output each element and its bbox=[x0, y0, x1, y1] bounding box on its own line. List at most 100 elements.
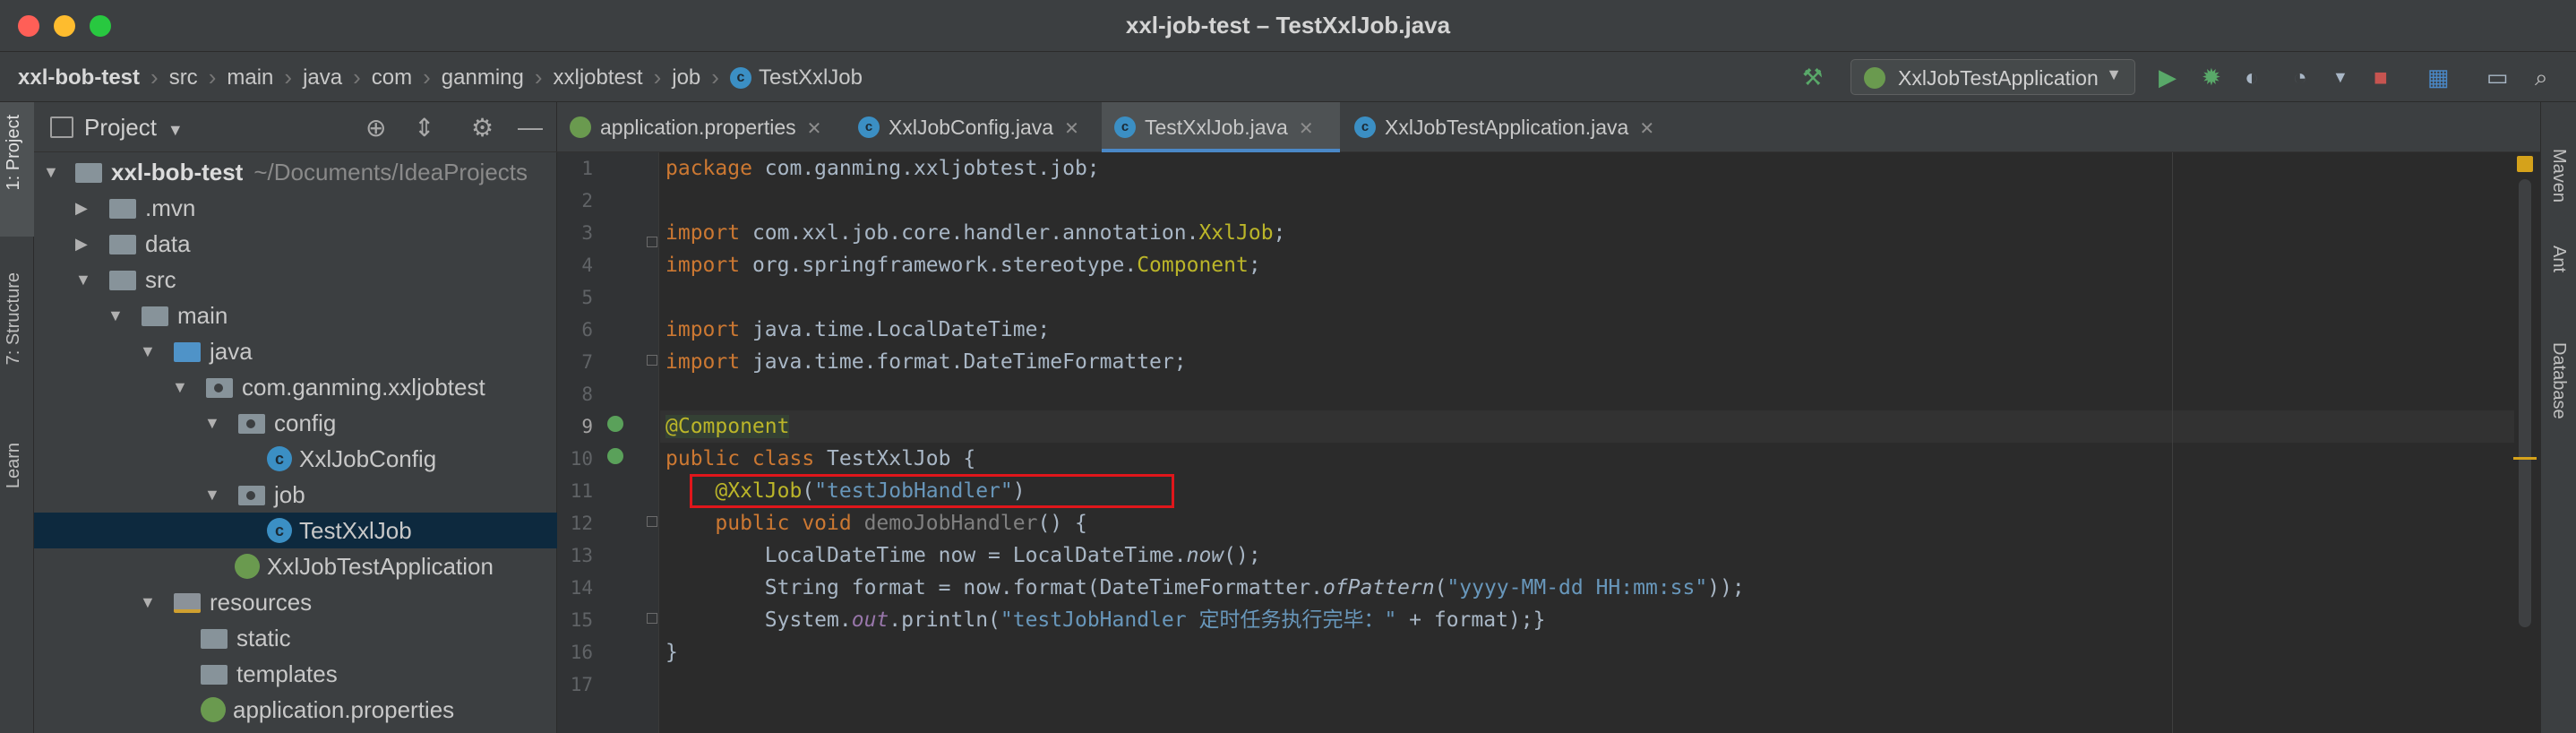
collapsed-arrow-icon[interactable]: ▶ bbox=[75, 226, 88, 262]
learn-tool-tab[interactable]: Learn bbox=[4, 443, 24, 488]
line-number: 7 bbox=[581, 351, 593, 373]
tree-item-java[interactable]: ▼ java bbox=[34, 333, 557, 369]
tab-label: TestXxlJob.java bbox=[1145, 116, 1288, 139]
tree-item-label: .mvn bbox=[145, 194, 196, 221]
maven-tool-tab[interactable]: Maven bbox=[2548, 149, 2569, 203]
code-line-14: String format = now.format(DateTimeForma… bbox=[764, 576, 1745, 599]
tree-item-label: XxlJobTestApplication bbox=[267, 553, 494, 580]
tree-item-application-properties[interactable]: application.properties bbox=[34, 692, 557, 728]
tree-item-xxljobconfig[interactable]: c XxlJobConfig bbox=[34, 441, 557, 477]
line-number: 14 bbox=[570, 577, 593, 599]
tree-item-testxxljob[interactable]: c TestXxlJob bbox=[34, 513, 557, 548]
fold-marker-icon[interactable] bbox=[647, 355, 657, 366]
spring-bean-icon[interactable] bbox=[607, 416, 623, 432]
tree-item-data[interactable]: ▶ data bbox=[34, 226, 557, 262]
tab-label: XxlJobConfig.java bbox=[889, 116, 1054, 139]
stop-icon[interactable]: ■ bbox=[2374, 65, 2388, 90]
locate-icon[interactable]: ⊕ bbox=[365, 113, 386, 142]
run-configuration-select[interactable]: XxlJobTestApplication ▼ bbox=[1850, 59, 2135, 95]
inspection-status-icon[interactable] bbox=[2517, 156, 2533, 172]
tree-item-config[interactable]: ▼ config bbox=[34, 405, 557, 441]
tree-item-package[interactable]: ▼ com.ganming.xxljobtest bbox=[34, 369, 557, 405]
coverage-icon[interactable]: ◐ bbox=[2245, 65, 2259, 90]
project-view-select[interactable]: Project ▼ bbox=[84, 114, 184, 142]
code-editor[interactable]: package com.ganming.xxljobtest.job; impo… bbox=[660, 152, 2514, 733]
spring-boot-icon bbox=[235, 554, 260, 579]
tree-item-label: src bbox=[145, 266, 176, 293]
expand-arrow-icon[interactable]: ▼ bbox=[75, 262, 91, 298]
layout-icon[interactable]: ▭ bbox=[2486, 65, 2509, 90]
breadcrumb-java[interactable]: java bbox=[303, 65, 342, 91]
expand-arrow-icon[interactable]: ▼ bbox=[107, 298, 124, 333]
tree-item-application-class[interactable]: XxlJobTestApplication bbox=[34, 548, 557, 584]
collapsed-arrow-icon[interactable]: ▶ bbox=[75, 190, 88, 226]
tab-label: application.properties bbox=[600, 116, 796, 139]
collapse-all-icon[interactable]: ⇕ bbox=[414, 113, 434, 142]
package-icon bbox=[238, 486, 265, 505]
tree-item-label: java bbox=[210, 338, 253, 365]
tree-item-mvn[interactable]: ▶ .mvn bbox=[34, 190, 557, 226]
tree-item-main[interactable]: ▼ main bbox=[34, 298, 557, 333]
breadcrumb-job[interactable]: job bbox=[672, 65, 700, 91]
tree-item-src[interactable]: ▼ src bbox=[34, 262, 557, 298]
breadcrumb-main[interactable]: main bbox=[227, 65, 273, 91]
tab-xxljobconfig[interactable]: c XxlJobConfig.java ✕ bbox=[846, 102, 1100, 152]
profile-icon[interactable]: ◔ bbox=[2293, 65, 2307, 90]
spring-bean-icon[interactable] bbox=[607, 448, 623, 464]
current-line-highlight bbox=[660, 410, 2514, 443]
close-icon[interactable]: ✕ bbox=[1299, 119, 1314, 139]
gear-icon[interactable]: ⚙ bbox=[471, 113, 494, 142]
tree-item-templates[interactable]: templates bbox=[34, 656, 557, 692]
tree-item-resources[interactable]: ▼ resources bbox=[34, 584, 557, 620]
project-structure-icon[interactable]: ▦ bbox=[2427, 65, 2450, 90]
fold-marker-icon[interactable] bbox=[647, 613, 657, 624]
tree-item-root[interactable]: ▼ xxl-bob-test ~/Documents/IdeaProjects bbox=[34, 154, 557, 190]
project-tree: ▼ xxl-bob-test ~/Documents/IdeaProjects ▶… bbox=[34, 154, 557, 728]
database-tool-tab[interactable]: Database bbox=[2548, 342, 2569, 419]
close-icon[interactable]: ✕ bbox=[1064, 119, 1079, 139]
tab-xxljobtestapplication[interactable]: c XxlJobTestApplication.java ✕ bbox=[1342, 102, 1666, 152]
line-number: 16 bbox=[570, 642, 593, 663]
tab-testxxljob[interactable]: c TestXxlJob.java ✕ bbox=[1102, 102, 1340, 152]
tab-application-properties[interactable]: application.properties ✕ bbox=[557, 102, 846, 152]
expand-arrow-icon[interactable]: ▼ bbox=[140, 333, 156, 369]
tree-item-job[interactable]: ▼ job bbox=[34, 477, 557, 513]
fold-marker-icon[interactable] bbox=[647, 516, 657, 527]
warning-stripe-marker[interactable] bbox=[2513, 457, 2537, 460]
breadcrumb-src[interactable]: src bbox=[169, 65, 198, 91]
line-number: 17 bbox=[570, 674, 593, 695]
breadcrumb-com[interactable]: com bbox=[372, 65, 412, 91]
run-icon[interactable]: ▶ bbox=[2159, 65, 2177, 90]
expand-arrow-icon[interactable]: ▼ bbox=[43, 154, 59, 190]
tree-item-label: data bbox=[145, 230, 191, 257]
line-number: 9 bbox=[581, 416, 593, 437]
chevron-down-icon[interactable]: ▼ bbox=[2332, 65, 2348, 90]
folder-icon bbox=[201, 629, 228, 649]
project-tool-tab[interactable]: 1: Project bbox=[4, 115, 24, 190]
hammer-icon[interactable]: ⚒ bbox=[1802, 65, 1823, 90]
close-icon[interactable]: ✕ bbox=[807, 119, 822, 139]
search-icon[interactable]: ⌕ bbox=[2535, 65, 2548, 90]
ant-tool-tab[interactable]: Ant bbox=[2548, 246, 2569, 272]
expand-arrow-icon[interactable]: ▼ bbox=[172, 369, 188, 405]
debug-icon[interactable]: ✹ bbox=[2202, 65, 2221, 90]
structure-tool-tab[interactable]: 7: Structure bbox=[4, 272, 24, 365]
breadcrumb-project[interactable]: xxl-bob-test bbox=[18, 65, 140, 91]
breadcrumb-ganming[interactable]: ganming bbox=[442, 65, 524, 91]
code-line-16: } bbox=[665, 641, 678, 664]
tree-item-static[interactable]: static bbox=[34, 620, 557, 656]
package-icon bbox=[206, 378, 233, 398]
line-number: 4 bbox=[581, 254, 593, 276]
expand-arrow-icon[interactable]: ▼ bbox=[204, 405, 220, 441]
vertical-scrollbar[interactable] bbox=[2519, 179, 2531, 627]
expand-arrow-icon[interactable]: ▼ bbox=[204, 477, 220, 513]
tree-item-path-hint: ~/Documents/IdeaProjects bbox=[253, 159, 528, 185]
expand-arrow-icon[interactable]: ▼ bbox=[140, 584, 156, 620]
breadcrumb-xxljobtest[interactable]: xxljobtest bbox=[554, 65, 643, 91]
tree-item-label: config bbox=[274, 410, 337, 436]
line-number: 2 bbox=[581, 190, 593, 211]
breadcrumb-class[interactable]: c TestXxlJob bbox=[729, 65, 863, 91]
hide-icon[interactable]: — bbox=[518, 113, 543, 142]
fold-marker-icon[interactable] bbox=[647, 237, 657, 247]
close-icon[interactable]: ✕ bbox=[1639, 119, 1654, 139]
